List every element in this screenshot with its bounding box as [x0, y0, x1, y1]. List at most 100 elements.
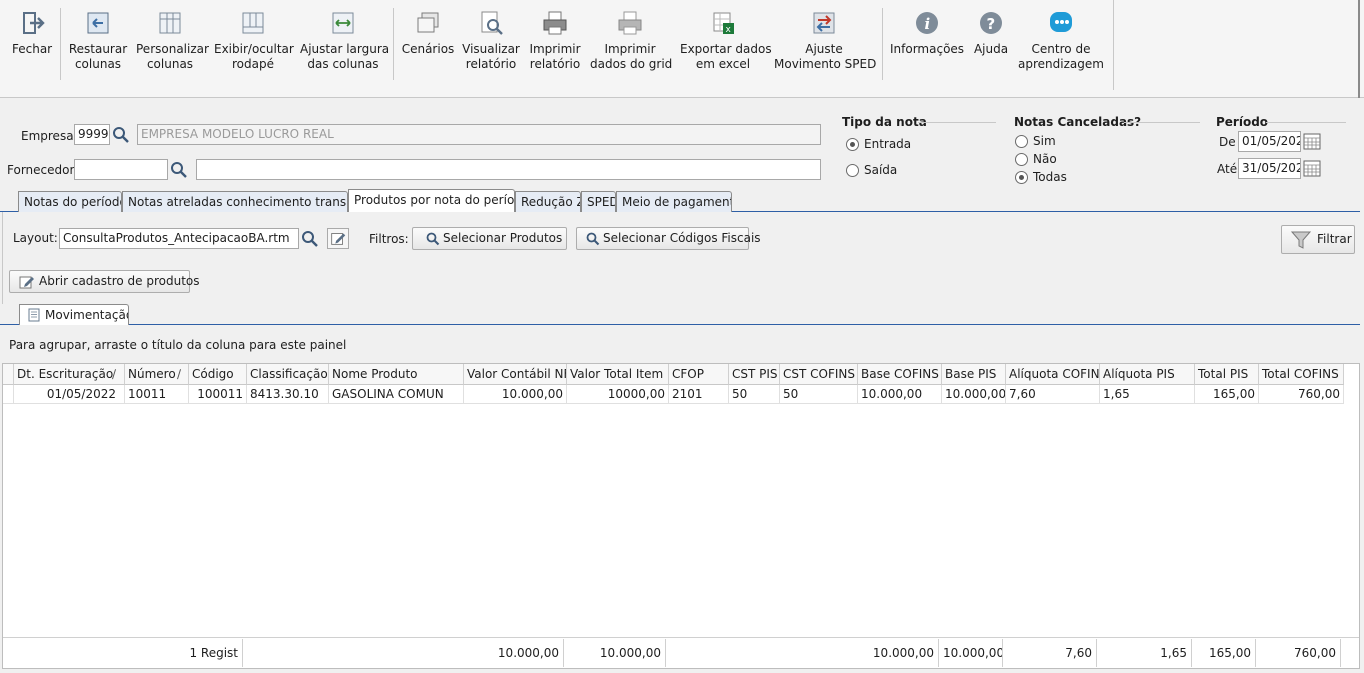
footer-base-pis: 10.000,00 [939, 639, 1003, 667]
tab-reducao-z[interactable]: Redução Z [515, 191, 581, 212]
col-header-classificacao[interactable]: Classificação [247, 364, 329, 385]
footer-record-count: 1 Regist [14, 639, 243, 667]
col-header-base-pis[interactable]: Base PIS [942, 364, 1006, 385]
print-grid-icon [618, 11, 642, 35]
svg-text:i: i [925, 15, 931, 33]
col-header-aliquota-pis[interactable]: Alíquota PIS [1100, 364, 1195, 385]
col-header-cst-pis[interactable]: CST PIS [729, 364, 780, 385]
ajuste-sped-button[interactable]: Ajuste Movimento SPED [774, 10, 876, 72]
centro-aprendizagem-button[interactable]: Centro de aprendizagem [1018, 10, 1104, 72]
data-de-input[interactable]: 01/05/2022 [1238, 131, 1301, 152]
imprimir-grid-button[interactable]: Imprimir dados do grid [590, 10, 672, 72]
empresa-search-icon[interactable] [110, 124, 132, 145]
col-header-total-pis[interactable]: Total PIS [1195, 364, 1259, 385]
table-cell[interactable]: 50 [780, 385, 858, 404]
visualizar-relatorio-button[interactable]: Visualizar relatório [462, 10, 520, 72]
row-indicator[interactable] [3, 385, 14, 404]
col-header-dt-escrituracao[interactable]: Dt. Escrituração ∕ [14, 364, 125, 385]
customize-columns-icon [159, 12, 181, 34]
calendar-icon[interactable] [1301, 131, 1323, 152]
fornecedor-search-icon[interactable] [168, 159, 190, 180]
table-cell[interactable]: 7,60 [1006, 385, 1100, 404]
data-ate-input[interactable]: 31/05/2022 [1238, 158, 1301, 179]
table-cell[interactable]: 165,00 [1195, 385, 1259, 404]
col-header-aliquota-cofins[interactable]: Alíquota COFINS [1006, 364, 1100, 385]
sim-label[interactable]: Sim [1033, 134, 1056, 148]
fornecedor-code-input[interactable] [74, 159, 168, 180]
col-header-valor-contabil[interactable]: Valor Contábil NF [464, 364, 567, 385]
tab-notas-periodo[interactable]: Notas do período [18, 191, 122, 212]
cenarios-button[interactable]: Cenários [401, 10, 455, 57]
grid-corner [3, 364, 14, 385]
col-header-base-cofins[interactable]: Base COFINS [858, 364, 942, 385]
saida-radio[interactable] [846, 164, 859, 177]
group-panel[interactable]: Para agrupar, arraste o título da coluna… [2, 325, 1360, 363]
exportar-excel-button[interactable]: x Exportar dados em excel [680, 10, 772, 72]
ajuda-button[interactable]: ? Ajuda [972, 10, 1010, 57]
tab-produtos-nota[interactable]: Produtos por nota do período [348, 189, 515, 212]
search-icon [426, 232, 440, 246]
col-header-codigo[interactable]: Código [189, 364, 247, 385]
col-header-numero[interactable]: Número ∕ [125, 364, 189, 385]
personalizar-colunas-button[interactable]: Personalizar colunas [136, 10, 209, 72]
selecionar-codigos-button[interactable]: Selecionar Códigos Fiscais [576, 227, 761, 250]
edit-layout-icon[interactable] [327, 228, 349, 249]
table-cell[interactable]: 100011 [189, 385, 247, 404]
table-cell[interactable]: 10.000,00 [464, 385, 567, 404]
filtrar-button[interactable]: Filtrar [1281, 225, 1355, 254]
table-cell[interactable]: 8413.30.10 [247, 385, 329, 404]
preview-report-icon [481, 11, 503, 35]
tab-movimentacao[interactable]: Movimentação [19, 304, 129, 325]
table-cell[interactable]: 50 [729, 385, 780, 404]
entrada-label[interactable]: Entrada [864, 137, 911, 151]
informacoes-button[interactable]: i Informações [890, 10, 964, 57]
excel-icon: x [713, 12, 734, 35]
calendar-icon[interactable] [1301, 158, 1323, 179]
table-cell[interactable]: 760,00 [1259, 385, 1344, 404]
col-header-nome-produto[interactable]: Nome Produto [329, 364, 464, 385]
table-cell[interactable]: 10.000,00 [942, 385, 1006, 404]
table-cell[interactable]: 01/05/2022 [14, 385, 125, 404]
data-grid[interactable]: Dt. Escrituração ∕ Número ∕ Código Classif… [2, 363, 1360, 669]
tab-meio-pagamento[interactable]: Meio de pagamento [616, 191, 732, 212]
imprimir-relatorio-button[interactable]: Imprimir relatório [528, 10, 582, 72]
exibir-rodape-button[interactable]: Exibir/ocultar rodapé [214, 10, 294, 72]
table-cell[interactable]: 1,65 [1100, 385, 1195, 404]
col-header-total-cofins[interactable]: Total COFINS [1259, 364, 1344, 385]
table-cell[interactable]: 10.000,00 [858, 385, 942, 404]
table-cell[interactable]: GASOLINA COMUN [329, 385, 464, 404]
saida-label[interactable]: Saída [864, 163, 897, 177]
restaurar-colunas-button[interactable]: Restaurar colunas [68, 10, 128, 72]
filtros-label: Filtros: [369, 232, 409, 246]
footer-aliquota-cofins: 7,60 [1003, 639, 1097, 667]
nao-radio[interactable] [1015, 153, 1028, 166]
entrada-radio[interactable] [846, 138, 859, 151]
info-icon: i [916, 12, 938, 34]
table-cell[interactable]: 2101 [669, 385, 729, 404]
abrir-cadastro-button[interactable]: Abrir cadastro de produtos [9, 270, 200, 293]
tab-notas-atreladas[interactable]: Notas atreladas conhecimento transporte [122, 191, 348, 212]
empresa-code-input[interactable]: 99999 [74, 124, 110, 145]
layout-label: Layout: [13, 231, 58, 245]
de-label: De [1219, 135, 1236, 149]
table-cell[interactable]: 10011 [125, 385, 189, 404]
help-icon: ? [980, 12, 1002, 34]
layout-search-icon[interactable] [299, 228, 321, 249]
tab-content [2, 212, 1360, 304]
sim-radio[interactable] [1015, 135, 1028, 148]
col-header-cst-cofins[interactable]: CST COFINS [780, 364, 858, 385]
svg-text:?: ? [987, 15, 996, 33]
col-header-valor-total[interactable]: Valor Total Item [567, 364, 669, 385]
layout-input[interactable]: ConsultaProdutos_AntecipacaoBA.rtm [59, 228, 299, 249]
nao-label[interactable]: Não [1033, 152, 1057, 166]
selecionar-produtos-button[interactable]: Selecionar Produtos [412, 227, 567, 250]
ajustar-largura-button[interactable]: Ajustar largura das colunas [300, 10, 389, 72]
fechar-button[interactable]: Fechar [12, 10, 52, 57]
svg-text:x: x [726, 25, 732, 35]
todas-radio[interactable] [1015, 171, 1028, 184]
col-header-cfop[interactable]: CFOP [669, 364, 729, 385]
tab-sped[interactable]: SPED [581, 191, 616, 212]
footer-valor-contabil: 10.000,00 [243, 639, 564, 667]
todas-label[interactable]: Todas [1033, 170, 1067, 184]
table-cell[interactable]: 10000,00 [567, 385, 669, 404]
